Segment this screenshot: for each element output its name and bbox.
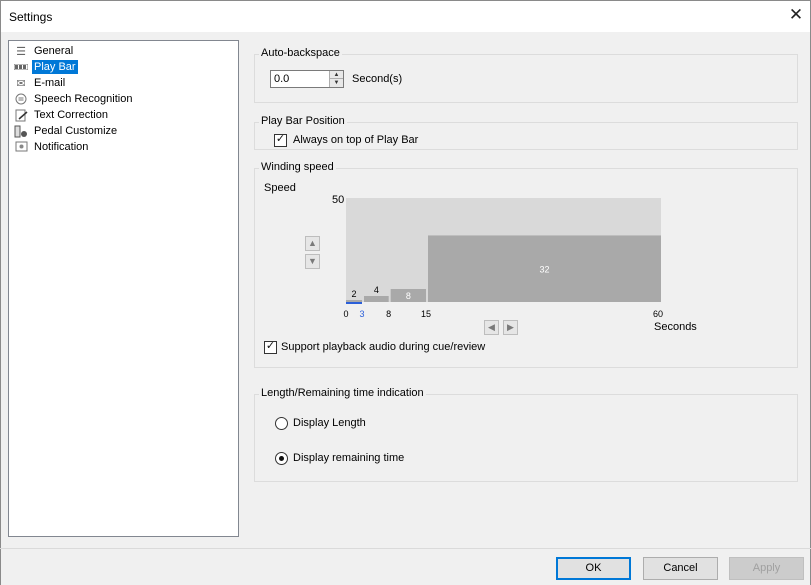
seconds-axis-label: Seconds xyxy=(654,321,697,333)
spin-down-icon[interactable]: ▼ xyxy=(330,79,343,87)
speed-bar-0[interactable] xyxy=(346,300,362,302)
support-playback-label[interactable]: Support playback audio during cue/review xyxy=(281,341,485,353)
bar-label-2: 8 xyxy=(406,291,411,301)
window-title: Settings xyxy=(9,10,53,24)
display-length-label[interactable]: Display Length xyxy=(293,417,366,429)
length-indication-legend: Length/Remaining time indication xyxy=(259,387,426,399)
nav-item-label: Speech Recognition xyxy=(34,93,133,105)
nav-item-pedal-customize[interactable]: Pedal Customize xyxy=(13,123,119,139)
nav-item-speech-recognition[interactable]: Speech Recognition xyxy=(13,91,134,107)
auto-backspace-legend: Auto-backspace xyxy=(259,47,342,59)
envelope-icon: ✉ xyxy=(16,77,26,90)
x-tick-label-8: 8 xyxy=(386,309,391,319)
title-bar: Settings ✕ xyxy=(0,0,811,32)
cancel-button[interactable]: Cancel xyxy=(643,557,718,580)
nav-item-general[interactable]: ☰ General xyxy=(13,43,75,59)
support-playback-checkbox[interactable]: ✓ xyxy=(264,340,277,354)
speed-down-arrow-icon[interactable]: ▼ xyxy=(305,254,320,269)
display-length-radio[interactable] xyxy=(275,417,288,430)
radio-dot xyxy=(279,456,284,461)
winding-speed-legend: Winding speed xyxy=(259,161,336,173)
ok-button[interactable]: OK xyxy=(556,557,631,580)
always-on-top-checkbox[interactable]: ✓ xyxy=(274,133,287,147)
nav-item-text-correction[interactable]: Text Correction xyxy=(13,107,110,123)
playbar-icon xyxy=(13,60,29,74)
display-remaining-radio[interactable] xyxy=(275,452,288,465)
nav-item-notification[interactable]: Notification xyxy=(13,139,90,155)
list-icon: ☰ xyxy=(16,45,26,58)
time-right-arrow-icon[interactable]: ▶ xyxy=(503,320,518,335)
x-tick-label-3: 3 xyxy=(359,309,364,319)
speed-axis-label: Speed xyxy=(264,182,296,194)
nav-item-label: E-mail xyxy=(34,77,66,89)
footer-divider xyxy=(0,548,811,549)
checkmark-icon: ✓ xyxy=(275,133,286,145)
auto-backspace-value[interactable]: 0.0 xyxy=(274,73,289,85)
bar-label-0: 2 xyxy=(351,289,356,299)
settings-category-list[interactable]: ☰ General Play Bar ✉ E-mail Speech Recog… xyxy=(8,40,239,537)
window-border-left xyxy=(0,32,1,585)
spin-up-icon[interactable]: ▲ xyxy=(330,71,343,79)
speed-bar-1[interactable] xyxy=(364,296,389,302)
nav-item-label: Pedal Customize xyxy=(34,125,118,137)
length-indication-group: Length/Remaining time indication xyxy=(254,387,798,482)
pedal-icon xyxy=(13,124,29,138)
bar-label-3: 32 xyxy=(539,265,549,275)
checkmark-icon: ✓ xyxy=(265,340,276,352)
nav-item-email[interactable]: ✉ E-mail xyxy=(13,75,67,91)
notification-icon xyxy=(13,140,29,154)
always-on-top-label[interactable]: Always on top of Play Bar xyxy=(293,134,418,146)
play-bar-position-legend: Play Bar Position xyxy=(259,115,347,127)
nav-item-label: Text Correction xyxy=(34,109,108,121)
edit-document-icon xyxy=(13,108,29,122)
display-remaining-label[interactable]: Display remaining time xyxy=(293,452,404,464)
x-tick-label-0: 0 xyxy=(343,309,348,319)
auto-backspace-unit: Second(s) xyxy=(352,73,403,85)
x-tick-label-60: 60 xyxy=(653,309,663,319)
auto-backspace-spinner[interactable]: 0.0 ▲ ▼ xyxy=(270,70,344,88)
speed-up-arrow-icon[interactable]: ▲ xyxy=(305,236,320,251)
nav-item-label: General xyxy=(34,45,74,57)
spinner-buttons[interactable]: ▲ ▼ xyxy=(329,71,343,87)
bar-label-1: 4 xyxy=(374,285,379,295)
x-tick-label-15: 15 xyxy=(421,309,431,319)
nav-item-play-bar[interactable]: Play Bar xyxy=(13,59,78,75)
winding-speed-chart[interactable]: 2 4 8 32 0 3 8 15 60 xyxy=(340,196,670,321)
close-icon[interactable]: ✕ xyxy=(788,6,804,24)
time-left-arrow-icon[interactable]: ◀ xyxy=(484,320,499,335)
nav-item-label: Notification xyxy=(34,141,89,153)
apply-button[interactable]: Apply xyxy=(729,557,804,580)
nav-item-label: Play Bar xyxy=(32,60,78,74)
speech-icon xyxy=(13,92,29,106)
